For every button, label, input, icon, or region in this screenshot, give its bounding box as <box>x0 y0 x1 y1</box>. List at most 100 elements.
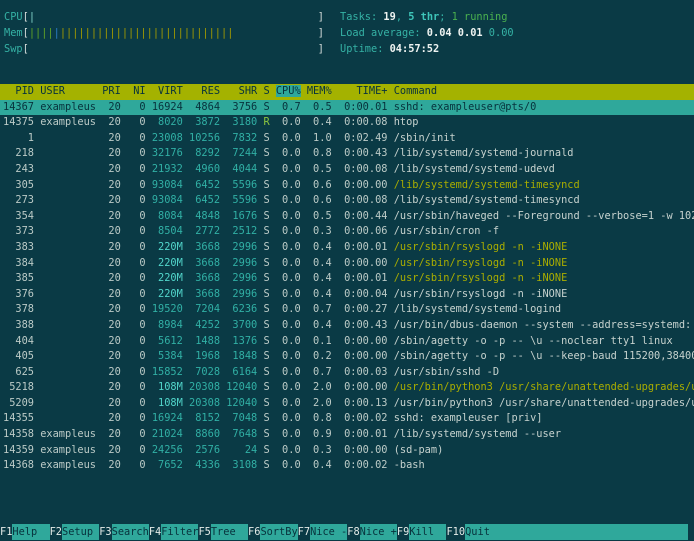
mem-meter-label: Mem <box>4 25 23 41</box>
fkey-f6[interactable]: F6 <box>248 524 260 540</box>
fkey-f1[interactable]: F1 <box>0 524 12 540</box>
cell-cmd: (sd-pam) <box>394 444 444 456</box>
fkey-f2[interactable]: F2 <box>50 524 62 540</box>
cell-user <box>40 319 96 331</box>
fkey-f10-label[interactable]: Quit <box>465 524 688 540</box>
cell-s: S <box>263 350 269 362</box>
fkey-f8[interactable]: F8 <box>347 524 359 540</box>
cell-s: S <box>263 210 269 222</box>
cell-s: S <box>263 163 269 175</box>
process-row[interactable]: 384 20 0 220M 3668 2996 S 0.0 0.4 0:00.0… <box>0 256 694 272</box>
cell-mem: 0.6 <box>307 194 332 206</box>
cell-pri: 20 <box>102 210 121 222</box>
cell-user: exampleus <box>40 444 96 456</box>
cell-time: 0:00.08 <box>338 194 388 206</box>
column-header-cpu[interactable]: CPU% <box>276 85 301 97</box>
column-header-mem[interactable]: MEM% <box>307 85 332 97</box>
cell-user <box>40 257 96 269</box>
cell-time: 0:00.04 <box>338 288 388 300</box>
process-row[interactable]: 14367 exampleus 20 0 16924 4864 3756 S 0… <box>0 100 694 116</box>
column-header-s[interactable]: S <box>263 85 269 97</box>
cell-res: 20308 <box>189 381 220 393</box>
cell-shr: 2996 <box>226 288 257 300</box>
process-row[interactable]: 404 20 0 5612 1488 1376 S 0.0 0.1 0:00.0… <box>0 334 694 350</box>
fkey-f5[interactable]: F5 <box>198 524 210 540</box>
cell-mem: 0.9 <box>307 428 332 440</box>
load-5min: 0.01 <box>452 27 483 39</box>
fkey-f3[interactable]: F3 <box>99 524 111 540</box>
process-row[interactable]: 383 20 0 220M 3668 2996 S 0.0 0.4 0:00.0… <box>0 240 694 256</box>
process-row[interactable]: 14375 exampleus 20 0 8020 3872 3180 R 0.… <box>0 115 694 131</box>
cell-shr: 3756 <box>226 101 257 113</box>
process-row[interactable]: 14358 exampleus 20 0 21024 8860 7648 S 0… <box>0 427 694 443</box>
process-row[interactable]: 5218 20 0 108M 20308 12040 S 0.0 2.0 0:0… <box>0 380 694 396</box>
fkey-f10[interactable]: F10 <box>446 524 465 540</box>
fkey-f7[interactable]: F7 <box>298 524 310 540</box>
cell-time: 0:00.08 <box>338 116 388 128</box>
process-row[interactable]: 625 20 0 15852 7028 6164 S 0.0 0.7 0:00.… <box>0 365 694 381</box>
process-row[interactable]: 305 20 0 93084 6452 5596 S 0.0 0.6 0:00.… <box>0 178 694 194</box>
column-header-shr[interactable]: SHR <box>226 85 257 97</box>
fkey-f9-label[interactable]: Kill <box>409 524 446 540</box>
column-header-time[interactable]: TIME+ <box>338 85 388 97</box>
fkey-f4[interactable]: F4 <box>149 524 161 540</box>
cell-cpu: 0.0 <box>276 272 301 284</box>
process-row[interactable]: 243 20 0 21932 4960 4044 S 0.0 0.5 0:00.… <box>0 162 694 178</box>
process-row[interactable]: 405 20 0 5384 1968 1848 S 0.0 0.2 0:00.0… <box>0 349 694 365</box>
cell-cmd: /usr/bin/python3 /usr/share/unattended-u… <box>394 397 694 409</box>
process-row[interactable]: 376 20 0 220M 3668 2996 S 0.0 0.4 0:00.0… <box>0 287 694 303</box>
process-row[interactable]: 1 20 0 23008 10256 7832 S 0.0 1.0 0:02.4… <box>0 131 694 147</box>
process-row[interactable]: 273 20 0 93084 6452 5596 S 0.0 0.6 0:00.… <box>0 193 694 209</box>
cell-time: 0:00.13 <box>338 397 388 409</box>
column-header-virt[interactable]: VIRT <box>152 85 183 97</box>
cell-mem: 0.6 <box>307 179 332 191</box>
cell-res: 7204 <box>189 303 220 315</box>
column-header-pri[interactable]: PRI <box>102 85 121 97</box>
fkey-f3-label[interactable]: Search <box>112 524 149 540</box>
cell-virt: 5612 <box>152 335 183 347</box>
cell-cmd: /sbin/agetty -o -p -- \u --keep-baud 115… <box>394 350 694 362</box>
cell-pid: 218 <box>3 147 34 159</box>
process-row[interactable]: 14355 20 0 16924 8152 7048 S 0.0 0.8 0:0… <box>0 411 694 427</box>
process-row[interactable]: 373 20 0 8504 2772 2512 S 0.0 0.3 0:00.0… <box>0 224 694 240</box>
process-row[interactable]: 378 20 0 19520 7204 6236 S 0.0 0.7 0:00.… <box>0 302 694 318</box>
process-row[interactable]: 385 20 0 220M 3668 2996 S 0.0 0.4 0:00.0… <box>0 271 694 287</box>
cell-cmd: sshd: exampleuser [priv] <box>394 412 543 424</box>
column-header-command[interactable]: Command <box>394 85 437 97</box>
fkey-f4-label[interactable]: Filter <box>161 524 198 540</box>
cell-ni: 0 <box>127 101 146 113</box>
cell-time: 0:00.43 <box>338 147 388 159</box>
fkey-f9[interactable]: F9 <box>397 524 409 540</box>
cell-shr: 2512 <box>226 225 257 237</box>
process-row[interactable]: 14359 exampleus 20 0 24256 2576 24 S 0.0… <box>0 443 694 459</box>
cell-s: S <box>263 225 269 237</box>
cell-mem: 2.0 <box>307 397 332 409</box>
cell-s: S <box>263 335 269 347</box>
load-line: Load average: 0.04 0.01 0.00 <box>340 25 514 41</box>
cell-cmd: /lib/systemd/systemd-udevd <box>394 163 555 175</box>
process-row[interactable]: 218 20 0 32176 8292 7244 S 0.0 0.8 0:00.… <box>0 146 694 162</box>
cell-virt: 21932 <box>152 163 183 175</box>
column-header-user[interactable]: USER <box>40 85 96 97</box>
cell-ni: 0 <box>127 132 146 144</box>
fkey-f2-label[interactable]: Setup <box>62 524 99 540</box>
column-header-pid[interactable]: PID <box>3 85 34 97</box>
fkey-f5-label[interactable]: Tree <box>211 524 248 540</box>
fkey-f1-label[interactable]: Help <box>12 524 49 540</box>
cell-pri: 20 <box>102 257 121 269</box>
htop-terminal: CPU[|] Mem[|||||||||||||||||||||||||||||… <box>0 0 694 541</box>
process-row[interactable]: 14368 exampleus 20 0 7652 4336 3108 S 0.… <box>0 458 694 474</box>
fkey-f8-label[interactable]: Nice + <box>360 524 397 540</box>
process-row[interactable]: 354 20 0 8084 4848 1676 S 0.0 0.5 0:00.4… <box>0 209 694 225</box>
cell-ni: 0 <box>127 163 146 175</box>
process-row[interactable]: 5209 20 0 108M 20308 12040 S 0.0 2.0 0:0… <box>0 396 694 412</box>
column-header-res[interactable]: RES <box>189 85 220 97</box>
process-row[interactable]: 388 20 0 8984 4252 3700 S 0.0 0.4 0:00.4… <box>0 318 694 334</box>
cell-mem: 0.4 <box>307 257 332 269</box>
cell-pid: 383 <box>3 241 34 253</box>
cell-s: S <box>263 381 269 393</box>
cell-mem: 0.4 <box>307 272 332 284</box>
fkey-f7-label[interactable]: Nice - <box>310 524 347 540</box>
column-header-ni[interactable]: NI <box>127 85 146 97</box>
fkey-f6-label[interactable]: SortBy <box>260 524 297 540</box>
